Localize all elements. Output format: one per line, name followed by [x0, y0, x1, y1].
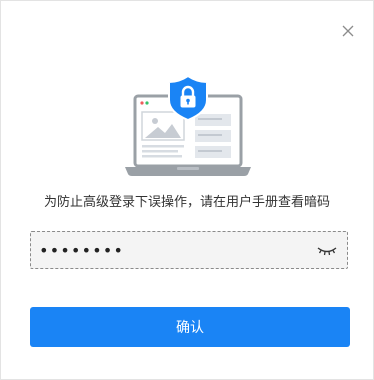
- laptop-shield-lock-icon: [125, 74, 251, 176]
- close-icon: [342, 25, 354, 37]
- confirm-button[interactable]: 确认: [30, 307, 350, 347]
- eye-closed-icon: [317, 247, 337, 256]
- instruction-text: 为防止高级登录下误操作，请在用户手册查看暗码: [43, 195, 330, 210]
- close-button[interactable]: [338, 21, 358, 41]
- laptop-shield-illustration: [123, 74, 253, 178]
- password-input[interactable]: [39, 238, 309, 262]
- show-password-toggle[interactable]: [316, 243, 338, 257]
- password-field[interactable]: [30, 231, 348, 269]
- password-dialog: 为防止高级登录下误操作，请在用户手册查看暗码 确认: [0, 0, 374, 380]
